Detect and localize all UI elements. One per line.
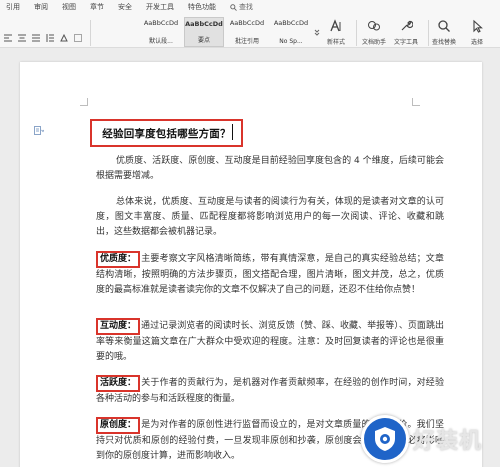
style-name: 默认段...	[149, 38, 173, 45]
style-gallery-expand-icon[interactable]	[314, 28, 320, 36]
style-key-point[interactable]: AaBbCcDd 要点	[184, 17, 224, 47]
style-sample: AaBbCcDd	[229, 19, 265, 27]
section-label-activity: 活跃度：	[96, 375, 141, 392]
style-sample: AaBbCcDd	[273, 19, 309, 27]
style-comment-reference[interactable]: AaBbCcDd 批注引用	[226, 17, 268, 47]
text-style-icon	[330, 19, 341, 32]
text-tools-label: 文字工具	[394, 39, 419, 46]
doc-assistant-label: 文档助手	[362, 39, 387, 46]
border-icon[interactable]	[74, 34, 82, 42]
style-sample: AaBbCcDd	[143, 19, 179, 27]
intro-paragraph[interactable]: 优质度、活跃度、原创度、互动度是目前经验回享度包含的 4 个维度，后续可能会根据…	[96, 154, 444, 184]
align-justify-icon[interactable]	[32, 34, 40, 42]
menu-search[interactable]: 查找	[230, 2, 253, 12]
style-name: 批注引用	[234, 38, 259, 45]
text-tools-button[interactable]: 文字工具	[394, 18, 418, 46]
menu-bar: 引用 审阅 视图 章节 安全 开发工具 特色功能 查找	[0, 0, 500, 14]
shading-icon[interactable]	[60, 34, 68, 42]
find-replace-label: 查找替换	[432, 39, 457, 46]
overall-paragraph[interactable]: 总体来说，优质度、互动度是与读者的阅读行为有关，体现的是读者对文章的认可度，图文…	[96, 195, 444, 239]
new-style-label: 新样式	[327, 39, 346, 46]
menu-item-special-features[interactable]: 特色功能	[188, 2, 216, 12]
margin-corner-mark	[412, 98, 420, 106]
ribbon-toolbar: AaBbCcDd 默认段... AaBbCcDd 要点 AaBbCcDd 批注引…	[0, 14, 500, 48]
style-name: 要点	[197, 37, 210, 44]
search-label: 查找	[239, 3, 253, 11]
menu-item-references[interactable]: 引用	[6, 2, 20, 12]
text-cursor	[232, 124, 233, 140]
align-left-icon[interactable]	[4, 34, 12, 42]
find-replace-icon	[438, 20, 450, 32]
watermark-logo-icon	[361, 414, 409, 463]
document-page[interactable]: 经验回享度包括哪些方面？ 优质度、活跃度、原创度、互动度是目前经验回享度包含的 …	[20, 62, 482, 467]
doc-assistant-icon	[368, 21, 380, 31]
paragraph-handle-icon[interactable]	[34, 126, 44, 135]
cursor-select-icon	[473, 19, 483, 33]
ribbon-separator	[90, 20, 91, 46]
line-spacing-icon[interactable]	[46, 34, 54, 42]
section-activity[interactable]: 活跃度： 关于作者的贡献行为，是机器对作者贡献频率，在经验的创作时间，对经验各种活…	[96, 375, 444, 407]
document-title-highlight: 经验回享度包括哪些方面？	[90, 119, 243, 147]
menu-item-developer-tools[interactable]: 开发工具	[146, 2, 174, 12]
menu-item-chapter[interactable]: 章节	[90, 2, 104, 12]
section-text-activity: 关于作者的贡献行为，是机器对作者贡献频率，在经验的创作时间，对经验各种活动的参与…	[96, 378, 444, 404]
ribbon-separator	[356, 20, 357, 46]
align-center-icon[interactable]	[18, 34, 26, 42]
margin-corner-mark	[80, 98, 88, 106]
style-name: No Sp...	[279, 38, 303, 45]
new-style-button[interactable]: 新样式	[327, 18, 345, 46]
style-default-paragraph[interactable]: AaBbCcDd 默认段...	[140, 17, 182, 47]
section-quality[interactable]: 优质度： 主要考察文字风格清晰简练，带有真情深意，是自己的真实经验总结；文章结构清…	[96, 251, 444, 298]
watermark-text: 好装机	[413, 428, 483, 454]
doc-assistant-button[interactable]: 文档助手	[362, 18, 386, 46]
document-workspace[interactable]: 经验回享度包括哪些方面？ 优质度、活跃度、原创度、互动度是目前经验回享度包含的 …	[0, 48, 500, 467]
section-interaction[interactable]: 互动度： 通过记录浏览者的阅读时长、浏览反馈（赞、踩、收藏、举报等）、页面跳出率等…	[96, 318, 444, 365]
menu-item-view[interactable]: 视图	[62, 2, 76, 12]
section-label-quality: 优质度：	[96, 251, 141, 268]
find-replace-button[interactable]: 查找替换	[432, 18, 456, 46]
menu-item-review[interactable]: 审阅	[34, 2, 48, 12]
ribbon-separator	[428, 20, 429, 46]
style-no-spacing[interactable]: AaBbCcDd No Sp...	[270, 17, 312, 47]
section-label-interaction: 互动度：	[96, 318, 141, 335]
search-icon	[230, 3, 237, 11]
document-title[interactable]: 经验回享度包括哪些方面？	[102, 126, 230, 141]
menu-item-security[interactable]: 安全	[118, 2, 132, 12]
style-sample: AaBbCcDd	[185, 20, 223, 28]
section-text-quality: 主要考察文字风格清晰简练，带有真情深意，是自己的真实经验总结；文章结构清晰，按照…	[96, 254, 444, 295]
site-watermark: 好装机	[361, 410, 500, 467]
shield-logo-icon	[375, 426, 395, 451]
section-text-interaction: 通过记录浏览者的阅读时长、浏览反馈（赞、踩、收藏、举报等）、页面跳出率等来衡量这…	[96, 321, 444, 362]
wrench-icon	[401, 20, 413, 31]
select-button[interactable]: 选择	[470, 18, 484, 46]
section-label-originality: 原创度：	[96, 417, 141, 434]
select-label: 选择	[470, 39, 483, 46]
